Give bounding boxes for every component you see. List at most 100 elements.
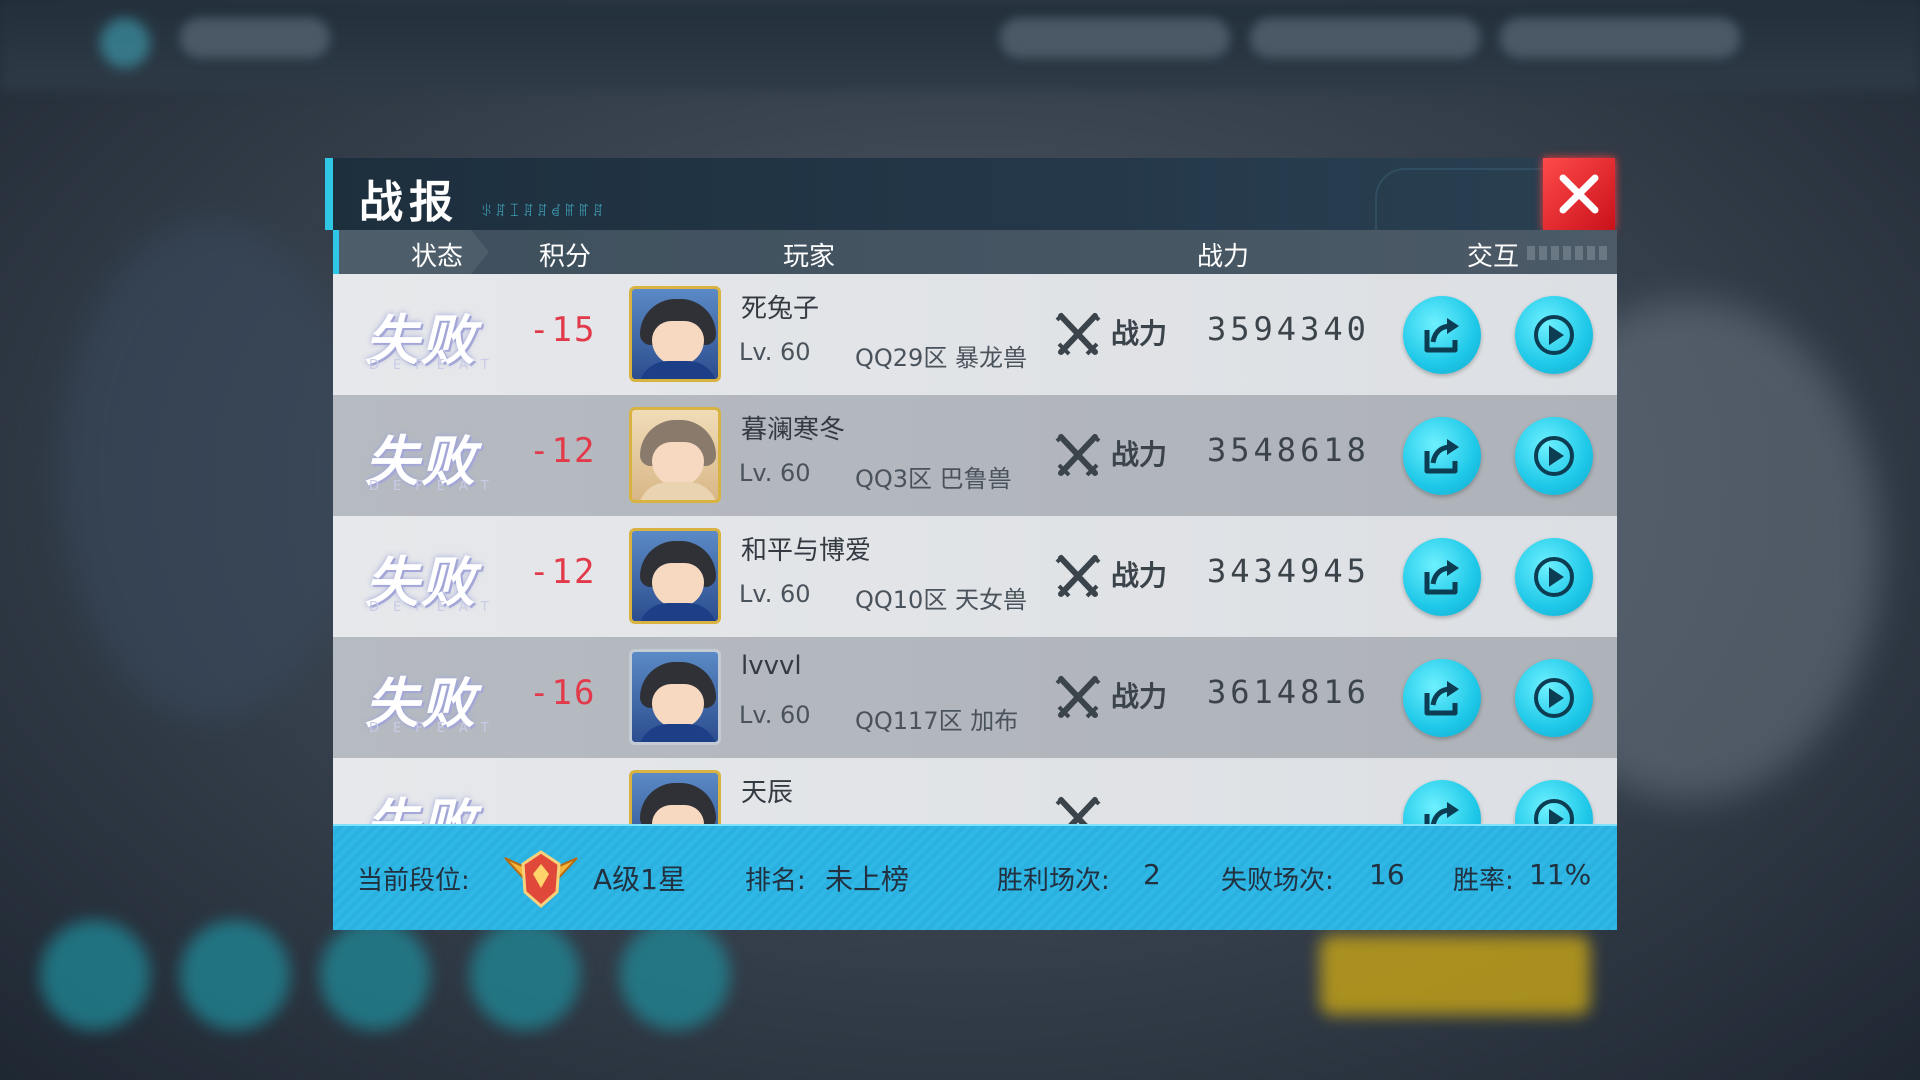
avatar-face: [652, 684, 704, 728]
report-list[interactable]: 失败 DEFEAT -15 死兔子 Lv. 60 QQ29区 暴龙兽 战力 35…: [333, 274, 1617, 824]
player-avatar[interactable]: [629, 649, 721, 745]
rank-label: 当前段位:: [357, 866, 470, 896]
background-menu-button: [320, 920, 430, 1030]
background-resource-pill: [1250, 18, 1480, 58]
avatar-body: [638, 361, 718, 379]
player-avatar[interactable]: [629, 407, 721, 503]
battle-record-row: 失败 DEFEAT 天辰: [333, 758, 1617, 824]
play-icon: [1534, 315, 1574, 355]
power-label: 战力: [1111, 680, 1168, 713]
defeat-status: 失败 DEFEAT: [365, 296, 515, 376]
background-menu-button: [620, 920, 730, 1030]
dialog-subtitle: ꂪꁲꀤꁲꁲꀸꂵꂵꁲ: [481, 204, 607, 220]
crossed-swords-icon: [1055, 554, 1101, 598]
power-value: 3594340: [1207, 310, 1370, 348]
battle-record-row: 失败 DEFEAT -15 死兔子 Lv. 60 QQ29区 暴龙兽 战力 35…: [333, 274, 1617, 395]
avatar-body: [638, 603, 718, 621]
defeat-status: 失败 DEFEAT: [365, 780, 515, 824]
background-title-pill: [180, 18, 330, 58]
player-server: QQ29区 暴龙兽: [855, 344, 1027, 372]
crossed-swords-icon: [1055, 312, 1101, 356]
background-menu-button: [470, 920, 580, 1030]
player-level: Lv. 60: [739, 459, 811, 487]
ranking-value: 未上榜: [825, 863, 910, 896]
play-icon: [1534, 678, 1574, 718]
avatar-body: [638, 482, 718, 500]
background-resource-pill: [1500, 18, 1740, 58]
share-button[interactable]: [1403, 780, 1481, 824]
score-change: -15: [529, 310, 597, 350]
score-change: -12: [529, 431, 597, 471]
share-button[interactable]: [1403, 659, 1481, 737]
power-value: 3548618: [1207, 431, 1370, 469]
power-label: 战力: [1111, 559, 1168, 592]
background-yellow-button: [1320, 935, 1590, 1015]
close-button[interactable]: [1543, 158, 1615, 230]
status-text: 失败: [365, 780, 515, 824]
player-level: Lv. 60: [739, 580, 811, 608]
dialog-title: 战报: [359, 177, 459, 228]
avatar-face: [652, 805, 704, 824]
play-icon: [1534, 436, 1574, 476]
avatar-face: [652, 442, 704, 486]
close-icon: [1559, 174, 1599, 214]
crossed-swords-icon: [1055, 433, 1101, 477]
defeat-status: 失败 DEFEAT: [365, 538, 515, 618]
player-avatar[interactable]: [629, 770, 721, 824]
status-subtext: DEFEAT: [369, 479, 503, 494]
background-menu-button: [180, 920, 290, 1030]
background-menu-button: [40, 920, 150, 1030]
share-icon: [1424, 802, 1459, 824]
winrate-value: 11%: [1529, 858, 1592, 891]
share-icon: [1424, 439, 1459, 474]
power-value: 3434945: [1207, 552, 1370, 590]
share-button[interactable]: [1403, 417, 1481, 495]
summary-footer: 当前段位: A级1星 排名: 未上榜 胜利场次: 2 失败场次: 16 胜率: …: [333, 824, 1617, 930]
player-name: 死兔子: [741, 294, 820, 324]
defeat-status: 失败 DEFEAT: [365, 659, 515, 739]
background-resource-pill: [1000, 18, 1230, 58]
replay-button[interactable]: [1515, 417, 1593, 495]
replay-button[interactable]: [1515, 538, 1593, 616]
avatar-body: [638, 724, 718, 742]
share-button[interactable]: [1403, 538, 1481, 616]
column-header-score: 积分: [539, 242, 592, 272]
crossed-swords-icon: [1055, 675, 1101, 719]
share-icon: [1424, 681, 1459, 716]
defeat-status: 失败 DEFEAT: [365, 417, 515, 497]
column-header-power: 战力: [1197, 242, 1250, 272]
power-label: 战力: [1111, 317, 1168, 350]
background-back-button: [100, 18, 150, 68]
losses-label: 失败场次:: [1221, 866, 1334, 896]
rank-value: A级1星: [593, 863, 686, 896]
winged-emblem-icon: [504, 850, 578, 908]
avatar-face: [652, 321, 704, 365]
report-panel: 状态 积分 玩家 战力 交互 失败 DEFEAT -15 死兔子 Lv. 60 …: [333, 230, 1617, 930]
power-label: 战力: [1111, 438, 1168, 471]
player-name: 天辰: [741, 778, 794, 808]
score-change: -12: [529, 552, 597, 592]
player-level: Lv. 60: [739, 701, 811, 729]
column-header-row: 状态 积分 玩家 战力 交互: [333, 230, 1617, 274]
battle-report-dialog: 战报 ꂪꁲꀤꁲꁲꀸꂵꂵꁲ 状态 积分 玩家 战力 交互 失败 DEFEAT -1…: [325, 158, 1617, 930]
dialog-title-bar: 战报 ꂪꁲꀤꁲꁲꀸꂵꂵꁲ: [325, 158, 1617, 230]
player-server: QQ10区 天女兽: [855, 586, 1027, 614]
player-server: QQ3区 巴鲁兽: [855, 465, 1012, 493]
player-avatar[interactable]: [629, 528, 721, 624]
replay-button[interactable]: [1515, 780, 1593, 824]
share-icon: [1424, 560, 1459, 595]
player-avatar[interactable]: [629, 286, 721, 382]
replay-button[interactable]: [1515, 296, 1593, 374]
winrate-label: 胜率:: [1453, 866, 1514, 896]
score-change: -16: [529, 673, 597, 713]
wins-label: 胜利场次:: [997, 866, 1110, 896]
background-blob: [60, 220, 360, 720]
column-header-action: 交互: [1467, 242, 1520, 272]
player-name: lvvvl: [741, 651, 802, 681]
battle-record-row: 失败 DEFEAT -12 暮澜寒冬 Lv. 60 QQ3区 巴鲁兽 战力 35…: [333, 395, 1617, 516]
replay-button[interactable]: [1515, 659, 1593, 737]
play-icon: [1534, 799, 1574, 824]
player-level: Lv. 60: [739, 338, 811, 366]
share-button[interactable]: [1403, 296, 1481, 374]
battle-record-row: 失败 DEFEAT -12 和平与博爱 Lv. 60 QQ10区 天女兽 战力 …: [333, 516, 1617, 637]
